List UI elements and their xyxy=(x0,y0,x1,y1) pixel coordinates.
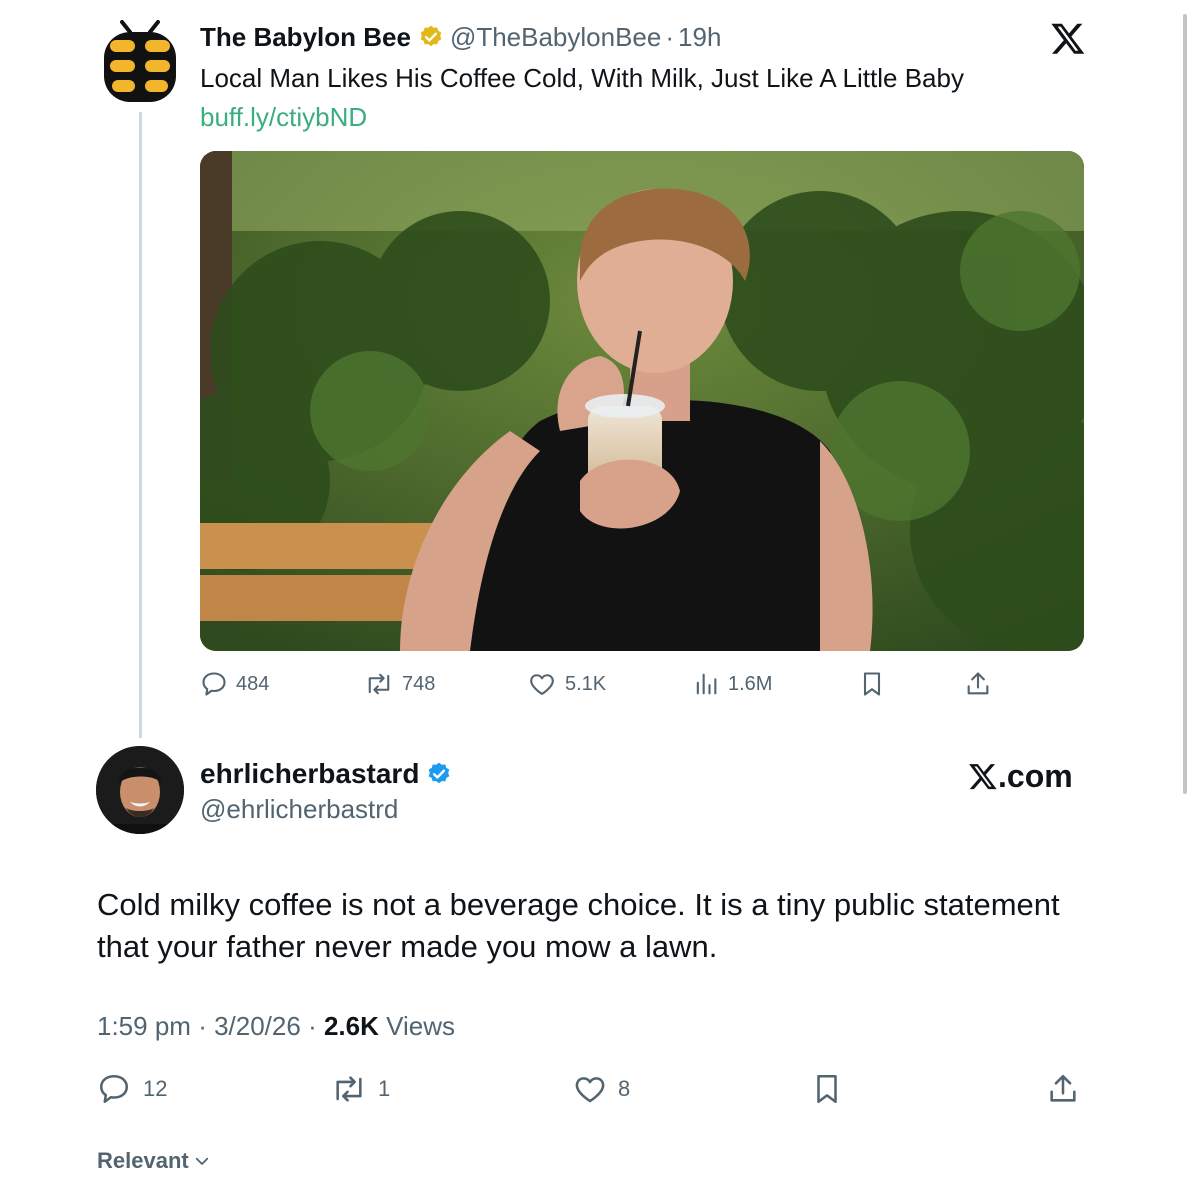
main-author-row: ehrlicherbastard xyxy=(200,758,452,790)
verified-badge-blue-icon xyxy=(429,762,450,784)
views-count: 2.6K xyxy=(323,1011,379,1041)
share-icon xyxy=(967,672,989,695)
quoted-tweet-header: The Babylon Bee @TheBabylonBee · 19h xyxy=(200,22,721,52)
share-button[interactable] xyxy=(964,670,992,698)
repost-icon xyxy=(368,673,390,695)
reply-button[interactable]: 484 xyxy=(200,670,269,698)
repost-count: 748 xyxy=(402,672,436,695)
heart-icon xyxy=(575,1077,605,1103)
author-name[interactable]: The Babylon Bee xyxy=(200,22,411,52)
x-logo-small-icon xyxy=(969,764,997,790)
thread-connector-line xyxy=(139,112,142,738)
main-author-handle[interactable]: @ehrlicherbastrd xyxy=(200,794,398,824)
bookmark-button[interactable] xyxy=(858,670,886,698)
reply-icon xyxy=(202,672,226,696)
tweet-time[interactable]: 1:59 pm xyxy=(97,1011,191,1041)
quoted-tweet-text: Local Man Likes His Coffee Cold, With Mi… xyxy=(200,63,964,93)
repost-icon xyxy=(336,1076,362,1102)
heart-icon xyxy=(530,674,554,695)
analytics-icon xyxy=(696,673,717,695)
user-avatar[interactable] xyxy=(96,746,184,834)
tweet-photo[interactable] xyxy=(200,151,1084,651)
main-tweet-text: Cold milky coffee is not a beverage choi… xyxy=(97,887,1060,964)
reply-count: 484 xyxy=(236,672,270,695)
verified-badge-gold-icon xyxy=(420,25,442,47)
sort-replies-dropdown[interactable]: Relevant xyxy=(97,1148,211,1174)
main-like-count: 8 xyxy=(618,1076,631,1101)
main-repost-count: 1 xyxy=(378,1076,391,1101)
meta-separator: · xyxy=(198,1011,215,1041)
photo-image xyxy=(200,151,1084,651)
main-reply-count: 12 xyxy=(143,1076,168,1101)
babylon-bee-avatar[interactable] xyxy=(100,20,180,106)
avatar-image xyxy=(96,746,184,834)
meta-separator: · xyxy=(308,1011,324,1041)
main-bookmark-button[interactable] xyxy=(810,1072,844,1106)
like-count: 5.1K xyxy=(565,672,607,695)
bookmark-icon xyxy=(817,1074,837,1104)
x-logo-icon[interactable] xyxy=(1050,20,1086,56)
views-label: Views xyxy=(386,1011,455,1041)
main-like-button[interactable]: 8 xyxy=(572,1072,630,1106)
bee-logo-icon xyxy=(104,20,176,102)
tweet-date[interactable]: 3/20/26 xyxy=(214,1011,301,1041)
share-icon xyxy=(1050,1074,1076,1102)
brand-suffix: .com xyxy=(998,758,1073,794)
sort-label: Relevant xyxy=(97,1148,189,1173)
tweet-time[interactable]: 19h xyxy=(678,22,721,52)
main-repost-button[interactable]: 1 xyxy=(330,1072,390,1106)
tweet-meta: 1:59 pm · 3/20/26 · 2.6K Views xyxy=(97,1010,455,1042)
separator-dot: · xyxy=(665,22,675,52)
views-count: 1.6M xyxy=(728,672,773,695)
repost-button[interactable]: 748 xyxy=(364,670,435,698)
main-author-name[interactable]: ehrlicherbastard xyxy=(200,758,419,790)
quoted-tweet-link[interactable]: buff.ly/ctiybND xyxy=(200,102,367,132)
main-reply-button[interactable]: 12 xyxy=(97,1072,167,1106)
scrollbar[interactable] xyxy=(1183,14,1187,794)
x-com-brand: .com xyxy=(968,758,1073,794)
main-share-button[interactable] xyxy=(1046,1072,1080,1106)
like-button[interactable]: 5.1K xyxy=(527,670,606,698)
chevron-down-icon xyxy=(195,1157,208,1165)
views-button[interactable]: 1.6M xyxy=(692,670,772,698)
reply-icon xyxy=(99,1074,129,1104)
author-handle[interactable]: @TheBabylonBee xyxy=(450,22,661,52)
bookmark-icon xyxy=(863,672,881,696)
